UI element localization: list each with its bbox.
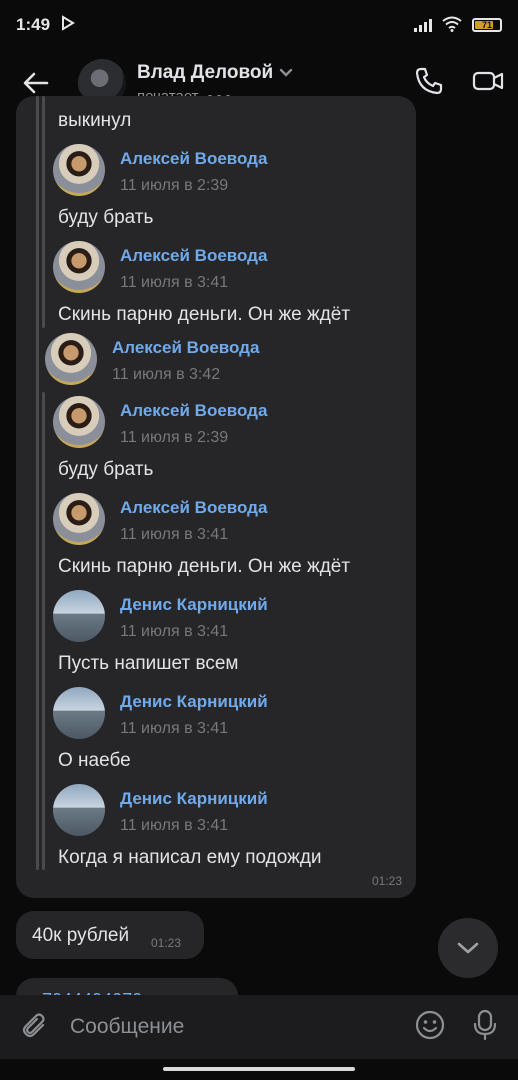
sender-name[interactable]: Денис Карницкий — [120, 692, 268, 712]
call-button[interactable] — [414, 66, 444, 101]
status-time: 1:49 — [16, 15, 51, 34]
message-bubble[interactable]: 40к рублей 01:23 — [16, 911, 204, 959]
sender-name[interactable]: Алексей Воевода — [120, 498, 267, 518]
scroll-down-icon — [457, 942, 479, 954]
forwarded-message-bubble[interactable]: выкинул Алексей Воевода 11 июля в 2:39 б… — [16, 96, 416, 898]
message-date: 11 июля в 2:39 — [120, 429, 229, 446]
signal-icon — [414, 18, 432, 32]
paperclip-icon — [22, 1013, 45, 1038]
message-time: 01:23 — [371, 874, 402, 888]
list-item: Денис Карницкий 11 июля в 3:41 Пусть нап… — [16, 590, 416, 680]
list-item: Алексей Воевода 11 июля в 3:42 — [16, 333, 416, 389]
list-item: Денис Карницкий 11 июля в 3:41 О наебе — [16, 687, 416, 777]
phone-icon — [415, 67, 443, 94]
avatar — [53, 590, 105, 642]
message-composer: Сообщение — [0, 995, 518, 1059]
battery-icon: 71 — [472, 18, 502, 32]
list-item: Алексей Воевода 11 июля в 2:39 буду брат… — [16, 144, 416, 234]
message-time: 01:23 — [151, 936, 182, 950]
emoji-button[interactable] — [414, 1009, 446, 1046]
message-date: 11 июля в 3:41 — [120, 720, 229, 737]
message-date: 11 июля в 3:41 — [120, 526, 229, 543]
avatar — [53, 687, 105, 739]
sender-name[interactable]: Алексей Воевода — [112, 338, 259, 358]
message-text: Когда я написал ему подожди — [58, 847, 322, 868]
avatar — [53, 493, 105, 545]
wifi-icon — [442, 16, 462, 35]
chevron-down-icon — [279, 68, 293, 77]
video-call-button[interactable] — [472, 66, 504, 101]
sender-name[interactable]: Алексей Воевода — [120, 246, 267, 266]
attach-button[interactable] — [0, 1012, 70, 1042]
message-text: буду брать — [58, 207, 154, 228]
battery-level: 71 — [481, 20, 492, 30]
sender-name[interactable]: Алексей Воевода — [120, 149, 267, 169]
message-date: 11 июля в 2:39 — [120, 177, 229, 194]
emoji-icon — [415, 1010, 445, 1039]
message-input[interactable]: Сообщение — [70, 1015, 414, 1039]
message-date: 11 июля в 3:41 — [120, 623, 229, 640]
video-icon — [472, 71, 504, 90]
avatar — [53, 241, 105, 293]
message-text: Пусть напишет всем — [58, 653, 239, 674]
contact-name: Влад Деловой — [137, 61, 274, 83]
message-text: О наебе — [58, 750, 131, 771]
list-item: Алексей Воевода 11 июля в 2:39 буду брат… — [16, 396, 416, 486]
sender-name[interactable]: Алексей Воевода — [120, 401, 267, 421]
voice-message-button[interactable] — [472, 1009, 498, 1046]
sender-name[interactable]: Денис Карницкий — [120, 789, 268, 809]
list-item: Денис Карницкий 11 июля в 3:41 Когда я н… — [16, 784, 416, 874]
message-text: Скинь парню деньги. Он же ждёт — [58, 556, 351, 577]
message-text: буду брать — [58, 459, 154, 480]
scroll-down-button[interactable] — [438, 918, 498, 978]
home-indicator[interactable] — [163, 1067, 355, 1071]
microphone-icon — [473, 1009, 497, 1040]
back-arrow-icon — [23, 72, 49, 94]
avatar — [45, 333, 97, 385]
sender-name[interactable]: Денис Карницкий — [120, 595, 268, 615]
list-item: Алексей Воевода 11 июля в 3:41 Скинь пар… — [16, 241, 416, 331]
play-icon — [60, 14, 76, 36]
message-date: 11 июля в 3:41 — [120, 817, 229, 834]
avatar — [53, 396, 105, 448]
status-bar: 1:49 71 — [0, 0, 518, 50]
avatar — [53, 144, 105, 196]
avatar — [53, 784, 105, 836]
message-text: Скинь парню деньги. Он же ждёт — [58, 304, 351, 325]
message-date: 11 июля в 3:42 — [112, 366, 221, 383]
message-date: 11 июля в 3:41 — [120, 274, 229, 291]
list-item: Алексей Воевода 11 июля в 3:41 Скинь пар… — [16, 493, 416, 583]
message-text: 40к рублей — [32, 925, 130, 946]
